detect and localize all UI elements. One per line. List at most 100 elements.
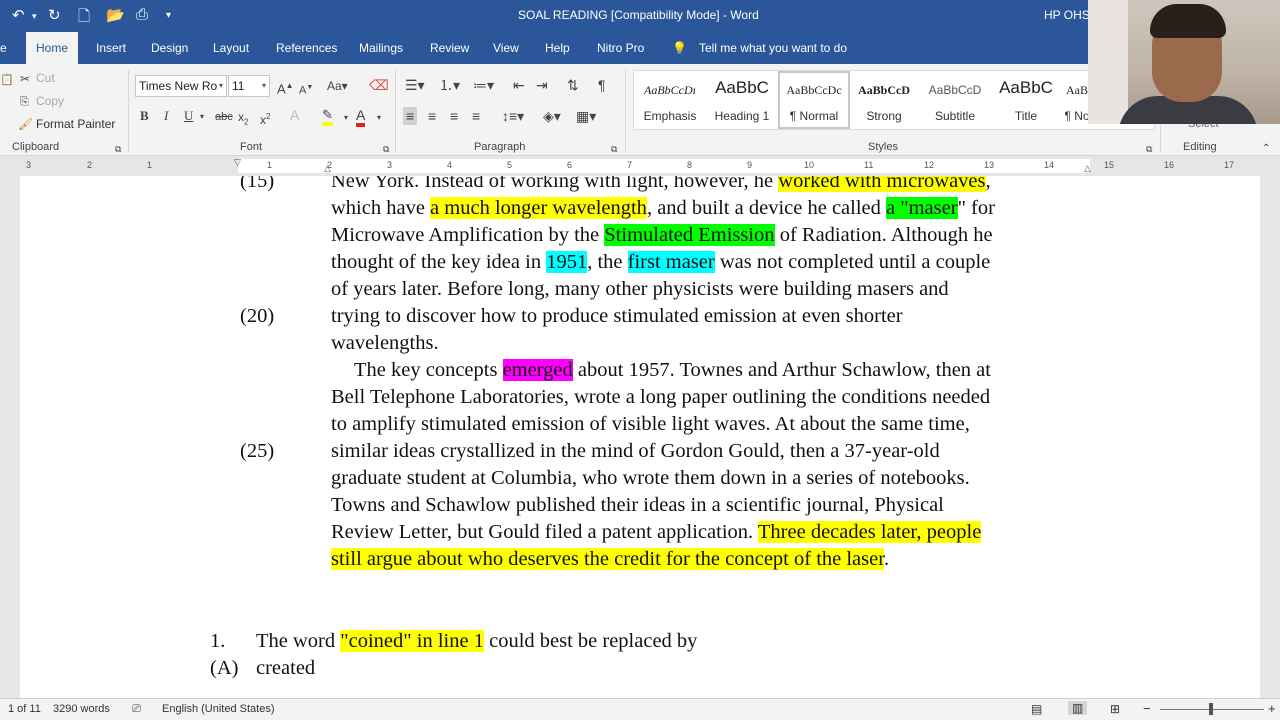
text-line[interactable]: Bell Telephone Laboratories, wrote a lon… (331, 384, 990, 411)
bullets-icon[interactable]: ☰▾ (405, 77, 425, 93)
underline-dropdown-icon[interactable]: ▾ (200, 109, 204, 125)
style-normal[interactable]: AaBbCcDc ¶ Normal (778, 71, 850, 129)
format-painter-button[interactable]: Format Painter (36, 117, 115, 131)
right-indent-marker[interactable]: △ (1084, 163, 1091, 174)
shading-icon[interactable]: ◈▾ (543, 108, 561, 124)
text-line[interactable]: graduate student at Columbia, who wrote … (331, 465, 970, 492)
proofing-icon[interactable]: ⎚ (132, 703, 141, 716)
strikethrough-icon[interactable]: abc (215, 109, 233, 125)
paragraph-launcher-icon[interactable]: ⧉ (611, 141, 617, 157)
zoom-out-icon[interactable]: − (1143, 701, 1151, 716)
text-effects-icon[interactable]: A (290, 107, 299, 123)
print-preview-icon[interactable]: ⎙ (136, 6, 148, 23)
clipboard-launcher-icon[interactable]: ⧉ (115, 141, 121, 157)
align-right-icon[interactable]: ≡ (450, 108, 458, 124)
style-strong[interactable]: AaBbCcD Strong (848, 71, 920, 129)
align-center-icon[interactable]: ≡ (428, 108, 436, 124)
line-spacing-icon[interactable]: ↕≡▾ (502, 108, 524, 124)
cut-icon[interactable]: ✂ (20, 71, 30, 87)
multilevel-list-icon[interactable]: ≔▾ (473, 77, 494, 93)
font-color-icon[interactable]: A (356, 107, 366, 127)
text-line[interactable]: similar ideas crystallized in the mind o… (331, 438, 940, 465)
first-line-indent-marker[interactable]: ▽ (234, 157, 241, 168)
cut-button[interactable]: Cut (36, 71, 55, 85)
tab-home[interactable]: Home (26, 32, 79, 64)
zoom-in-icon[interactable]: + (1268, 701, 1276, 716)
text-line[interactable]: Review Letter, but Gould filed a patent … (331, 519, 982, 546)
hanging-indent-marker[interactable]: △ (324, 163, 331, 174)
paste-icon[interactable]: 📋 (0, 72, 14, 88)
text-line[interactable]: Towns and Schawlow published their ideas… (331, 492, 944, 519)
text-line[interactable]: wavelengths. (331, 330, 439, 357)
copy-icon[interactable]: ⎘ (20, 94, 29, 110)
borders-icon[interactable]: ▦▾ (576, 108, 596, 124)
tab-file[interactable]: e (0, 32, 7, 64)
align-left-icon[interactable]: ≡ (403, 107, 418, 125)
style-emphasis[interactable]: AaBbCcDı Emphasis (634, 71, 706, 129)
tab-references[interactable]: References (276, 32, 337, 64)
document-page[interactable]: (15) New York. Instead of working with l… (20, 176, 1260, 698)
text-line[interactable]: to amplify stimulated emission of visibl… (331, 411, 970, 438)
tab-design[interactable]: Design (151, 32, 188, 64)
horizontal-ruler[interactable]: 3 2 1 1 2 3 4 5 6 7 8 9 10 11 12 13 14 1… (0, 157, 1280, 175)
undo-icon[interactable]: ↶ (12, 6, 25, 24)
style-title[interactable]: AaBbC Title (990, 71, 1062, 129)
text-line[interactable]: which have a much longer wavelength, and… (331, 195, 995, 222)
redo-icon[interactable]: ↻ (48, 6, 61, 24)
user-name[interactable]: HP OHS (1044, 8, 1090, 22)
subscript-icon[interactable]: x2 (238, 109, 248, 130)
web-layout-icon[interactable]: ⊞ (1110, 702, 1120, 716)
question-text[interactable]: The word "coined" in line 1 could best b… (256, 628, 697, 655)
font-color-dropdown-icon[interactable]: ▾ (377, 110, 381, 126)
option-text[interactable]: created (256, 655, 315, 682)
print-layout-icon[interactable]: ▥ (1068, 701, 1088, 715)
format-painter-icon[interactable]: 🖌 (18, 116, 33, 132)
clear-formatting-icon[interactable]: ⌫ (369, 77, 389, 93)
increase-indent-icon[interactable]: ⇥ (536, 77, 548, 93)
sort-icon[interactable]: ⇅ (567, 77, 579, 93)
style-heading-1[interactable]: AaBbC Heading 1 (706, 71, 778, 129)
italic-icon[interactable]: I (164, 108, 168, 124)
text-line[interactable]: thought of the key idea in 1951, the fir… (331, 249, 990, 276)
document-area[interactable]: (15) New York. Instead of working with l… (0, 176, 1280, 698)
tell-me-box[interactable]: 💡 Tell me what you want to do (672, 32, 847, 64)
highlight-color-icon[interactable]: ✎ (322, 107, 333, 126)
tab-nitro-pro[interactable]: Nitro Pro (597, 32, 644, 64)
language-status[interactable]: English (United States) (162, 703, 275, 715)
styles-launcher-icon[interactable]: ⧉ (1146, 141, 1152, 157)
collapse-ribbon-icon[interactable]: ⌃ (1262, 141, 1270, 157)
tab-review[interactable]: Review (430, 32, 469, 64)
superscript-icon[interactable]: x2 (260, 109, 270, 128)
change-case-icon[interactable]: Aa▾ (327, 78, 348, 94)
open-folder-icon[interactable]: 📂 (106, 6, 125, 24)
style-subtitle[interactable]: AaBbCcD Subtitle (919, 71, 991, 129)
text-line[interactable]: New York. Instead of working with light,… (331, 176, 991, 195)
tab-layout[interactable]: Layout (213, 32, 249, 64)
word-count[interactable]: 3290 words (53, 703, 110, 715)
undo-dropdown-icon[interactable]: ▾ (32, 11, 37, 22)
read-mode-icon[interactable]: ▤ (1031, 702, 1042, 716)
font-size-combo[interactable]: 11 ▾ (228, 75, 270, 97)
decrease-indent-icon[interactable]: ⇤ (513, 77, 525, 93)
tab-view[interactable]: View (493, 32, 519, 64)
zoom-slider-thumb[interactable] (1209, 703, 1213, 715)
text-line[interactable]: The key concepts emerged about 1957. Tow… (354, 357, 991, 384)
numbering-icon[interactable]: ⒈▾ (439, 77, 460, 93)
tab-help[interactable]: Help (545, 32, 570, 64)
justify-icon[interactable]: ≡ (472, 108, 480, 124)
grow-font-icon[interactable]: A▲ (277, 78, 294, 97)
font-name-combo[interactable]: Times New Ro ▾ (135, 75, 227, 97)
page-count[interactable]: 1 of 11 (8, 703, 41, 715)
font-launcher-icon[interactable]: ⧉ (383, 141, 389, 157)
text-line[interactable]: trying to discover how to produce stimul… (331, 303, 903, 330)
highlight-dropdown-icon[interactable]: ▾ (344, 110, 348, 126)
text-line[interactable]: Microwave Amplification by the Stimulate… (331, 222, 993, 249)
new-document-icon[interactable]: 🗋 (78, 6, 90, 31)
customize-toolbar-icon[interactable]: ▾ (166, 10, 171, 21)
underline-icon[interactable]: U (184, 108, 193, 124)
bold-icon[interactable]: B (140, 108, 149, 124)
text-line[interactable]: of years later. Before long, many other … (331, 276, 949, 303)
tab-mailings[interactable]: Mailings (359, 32, 403, 64)
shrink-font-icon[interactable]: A▼ (299, 80, 313, 99)
tab-insert[interactable]: Insert (96, 32, 126, 64)
